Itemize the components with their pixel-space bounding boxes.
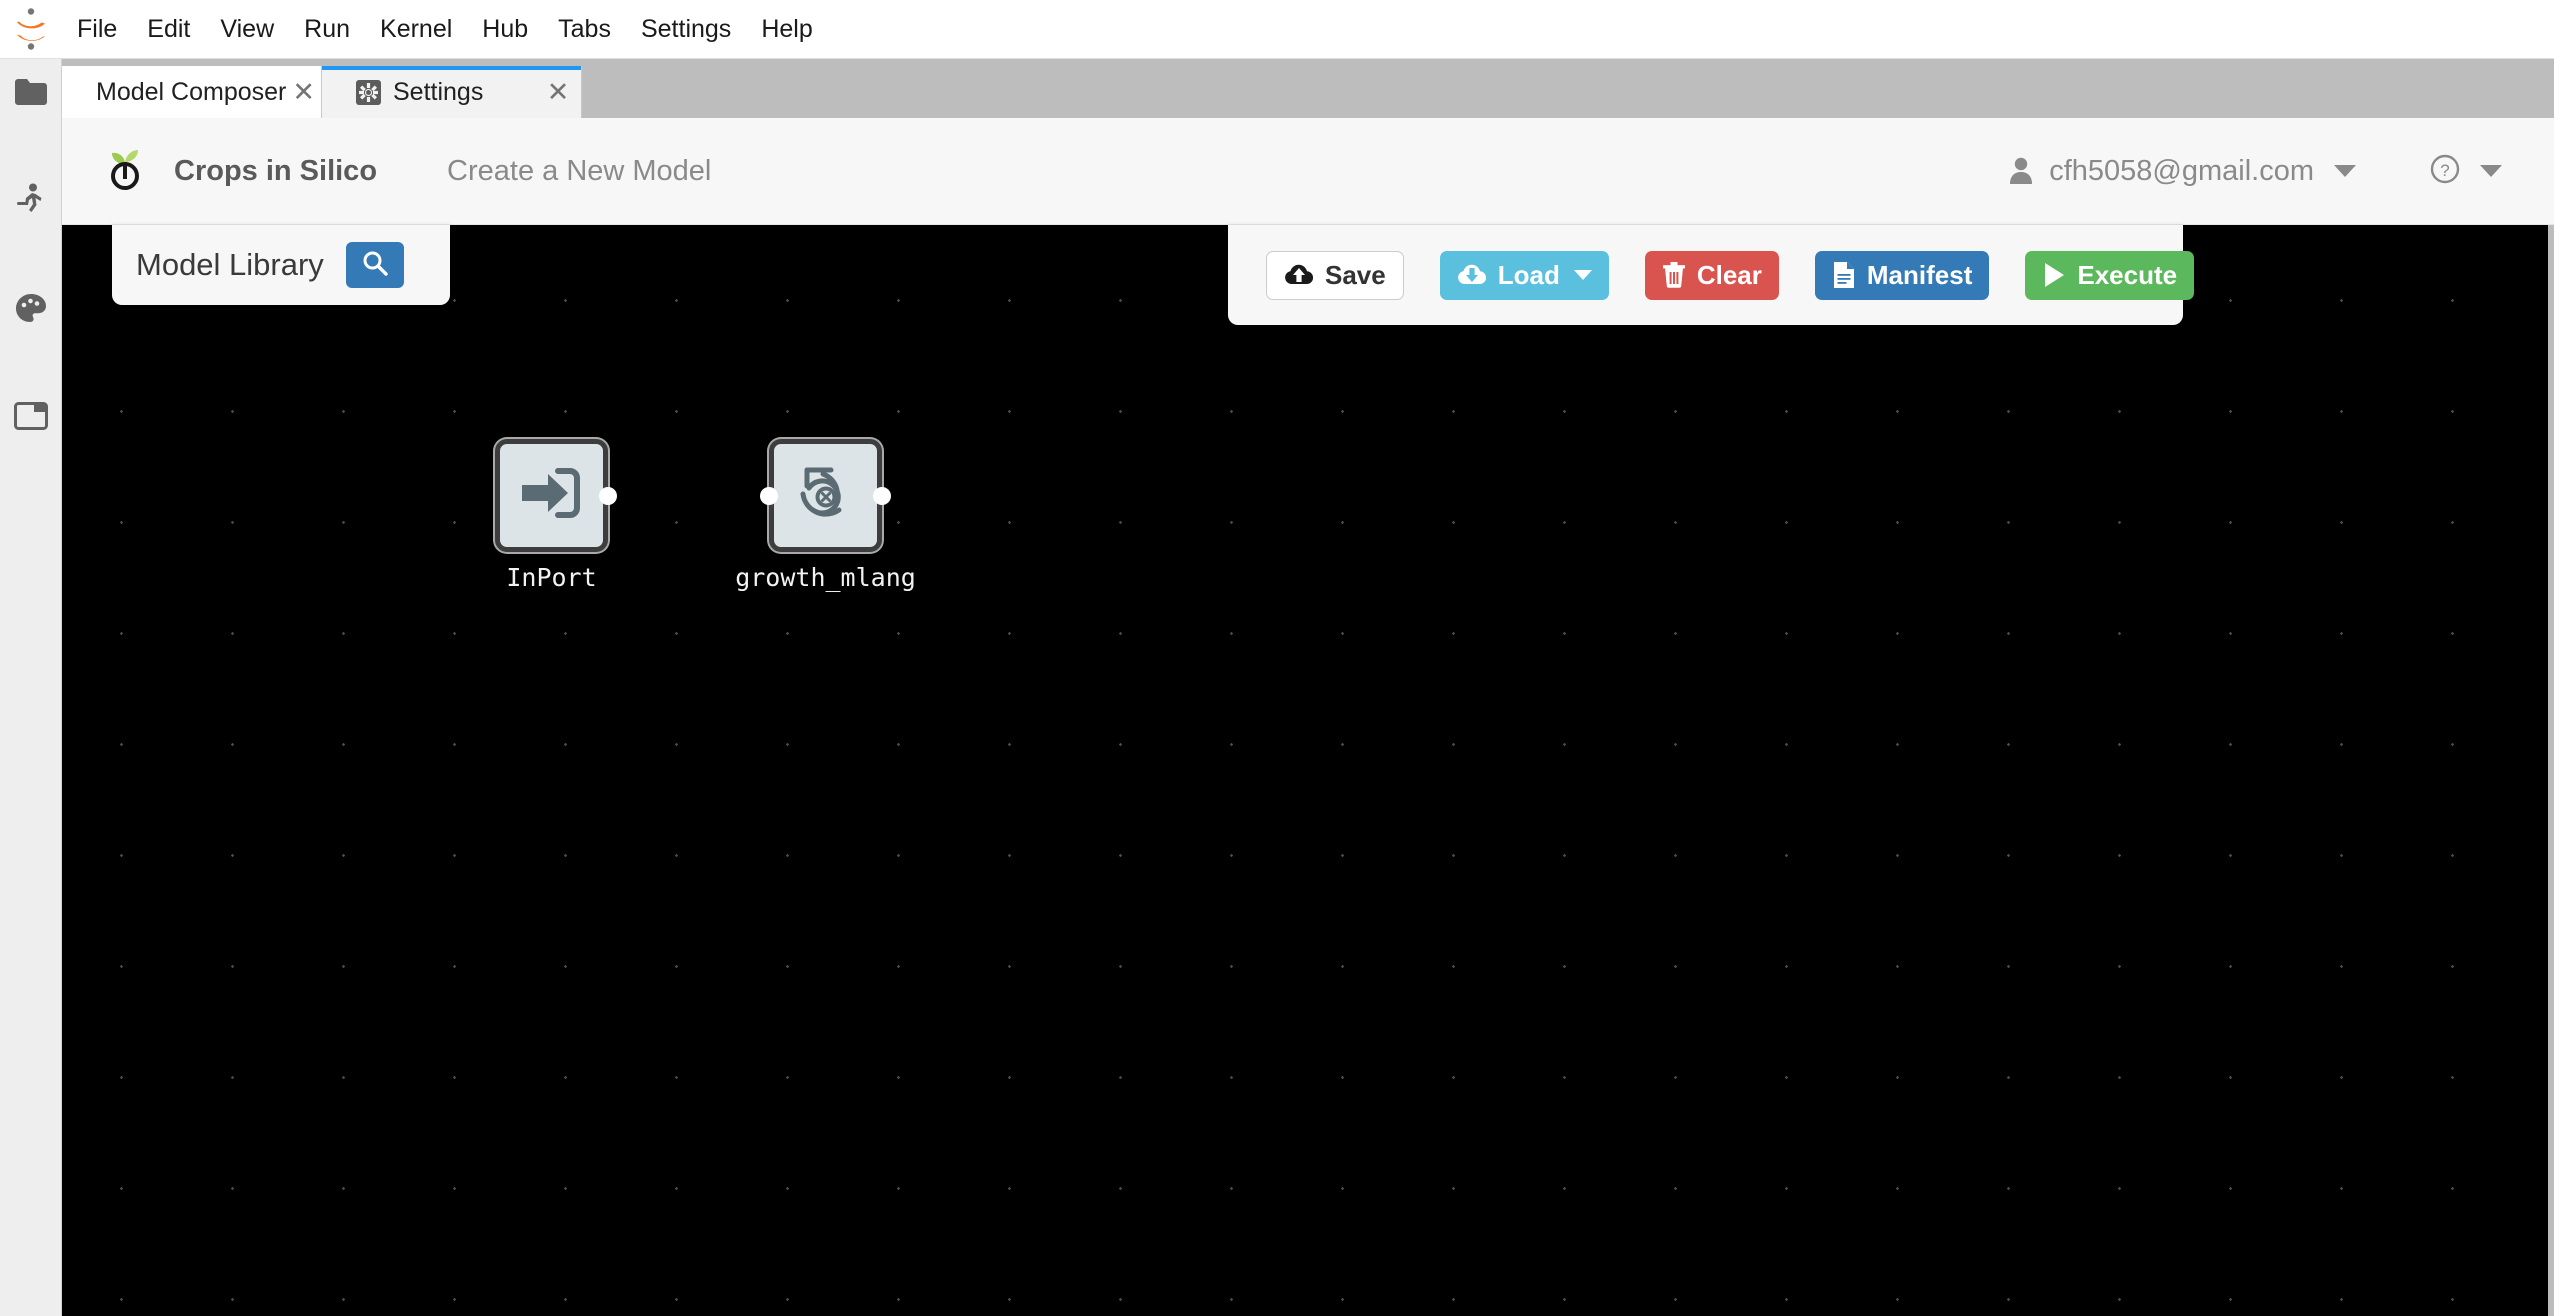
menu-item-run[interactable]: Run [289,0,365,59]
menu-item-hub[interactable]: Hub [467,0,543,59]
account-menu[interactable]: cfh5058@gmail.com [2009,155,2356,188]
menu-item-edit[interactable]: Edit [132,0,205,59]
crops-in-silico-sprout-icon [102,146,148,196]
graph-node-growth-mlang-label: growth_mlang [735,563,916,592]
account-email: cfh5058@gmail.com [2049,154,2314,187]
user-icon [2009,157,2033,185]
menu-item-kernel[interactable]: Kernel [365,0,467,59]
cloud-download-icon [1457,263,1487,287]
menu-item-help[interactable]: Help [746,0,827,59]
tab-bar: Model Composer ✕ Settings ✕ [62,59,2554,118]
menu-item-tabs[interactable]: Tabs [543,0,626,59]
node-port-in[interactable] [760,487,778,505]
sidebar-item-running-terminals[interactable] [0,167,62,233]
composer-toolbar: Save Load Clear Manifest Execute [1228,225,2195,325]
cloud-upload-icon [1284,263,1314,287]
clear-button-label: Clear [1696,259,1762,290]
tab-model-composer-label: Model Composer [96,77,287,106]
menu-item-settings[interactable]: Settings [626,0,746,59]
app-header: Crops in Silico Create a New Model cfh50… [62,118,2554,225]
manifest-button-label: Manifest [1866,259,1973,290]
spiral-five-icon [793,462,859,529]
model-library-title: Model Library [136,247,324,282]
menubar-items: File Edit View Run Kernel Hub Tabs Setti… [62,0,828,59]
model-library-search-button[interactable] [345,242,404,288]
graph-node-inport[interactable]: InPort [495,439,617,592]
execute-button[interactable]: Execute [2025,250,2195,300]
tab-model-composer-close[interactable]: ✕ [286,66,321,118]
svg-text:?: ? [2440,161,2449,180]
jupyterlab-menubar: File Edit View Run Kernel Hub Tabs Setti… [0,0,2554,59]
menu-item-view[interactable]: View [205,0,289,59]
play-icon [2042,262,2066,288]
execute-button-label: Execute [2077,259,2178,290]
search-icon [361,249,389,282]
sidebar-item-open-tabs[interactable] [0,383,62,449]
caret-down-icon [1573,270,1592,280]
folder-icon [14,78,48,106]
node-port-out[interactable] [599,487,617,505]
jupyter-logo-icon [0,0,62,59]
canvas-right-edge [2548,225,2554,1316]
palette-icon [15,293,47,323]
graph-node-growth-mlang-box[interactable] [760,439,891,552]
trash-icon [1662,262,1686,288]
tab-settings-label: Settings [393,77,484,106]
brand-title[interactable]: Crops in Silico [174,155,377,188]
graph-node-growth-mlang[interactable]: growth_mlang [735,439,916,592]
graph-node-inport-label: InPort [506,563,597,592]
help-menu[interactable]: ? [2430,154,2502,189]
tab-settings-close[interactable]: ✕ [535,66,581,118]
running-person-icon [16,183,46,217]
tab-settings[interactable]: Settings ✕ [322,66,582,118]
save-button-label: Save [1325,259,1386,290]
sidebar-item-file-browser[interactable] [0,59,62,125]
tab-model-composer[interactable]: Model Composer ✕ [62,66,322,118]
document-icon [1832,261,1856,289]
menu-item-file[interactable]: File [62,0,132,59]
manifest-button[interactable]: Manifest [1814,250,1990,300]
clear-button[interactable]: Clear [1644,250,1779,300]
sidebar-item-extension-manager[interactable] [0,275,62,341]
caret-down-icon [2480,165,2502,177]
load-button-label: Load [1497,259,1560,290]
arrow-into-bracket-icon [520,463,584,528]
caret-down-icon [2334,165,2356,177]
graph-node-inport-box[interactable] [495,439,617,552]
settings-gear-icon [356,79,381,105]
nav-create-new-model[interactable]: Create a New Model [447,155,711,188]
model-composer-canvas[interactable]: InPort growth_mlang [62,225,2548,1316]
open-tabs-icon [13,402,48,430]
activity-sidebar [0,59,62,1316]
header-right-group: cfh5058@gmail.com ? [2009,154,2502,189]
load-button[interactable]: Load [1439,250,1609,300]
help-circle-icon: ? [2430,154,2460,189]
node-port-out[interactable] [873,487,891,505]
model-library-panel: Model Library [112,225,450,305]
save-button[interactable]: Save [1266,250,1404,300]
